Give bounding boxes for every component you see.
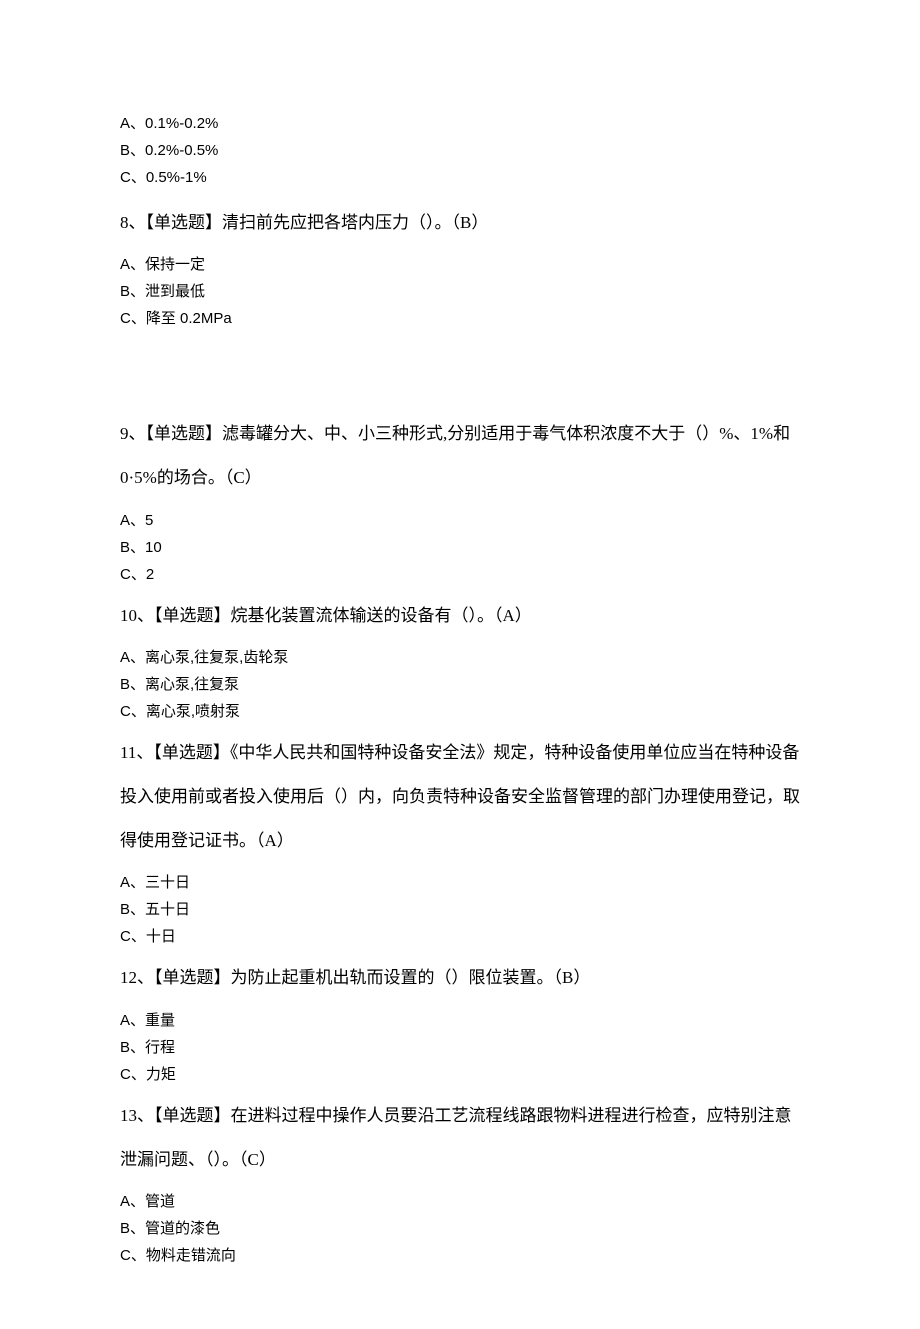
document-page: A、0.1%-0.2% B、0.2%-0.5% C、0.5%-1% 8、【单选题… — [0, 0, 920, 1329]
option-a: A、5 — [120, 507, 800, 534]
option-b: B、离心泵,往复泵 — [120, 671, 800, 698]
question-9: 9、【单选题】滤毒罐分大、中、小三种形式,分别适用于毒气体积浓度不大于（）%、1… — [120, 412, 800, 500]
option-c: C、离心泵,喷射泵 — [120, 698, 800, 725]
option-c: C、物料走错流向 — [120, 1242, 800, 1269]
option-c: C、降至 0.2MPa — [120, 305, 800, 332]
option-a: A、0.1%-0.2% — [120, 110, 800, 137]
option-a: A、保持一定 — [120, 251, 800, 278]
option-a: A、管道 — [120, 1188, 800, 1215]
question-12: 12、【单选题】为防止起重机出轨而设置的（）限位装置。（B） — [120, 956, 800, 1000]
option-b: B、行程 — [120, 1034, 800, 1061]
option-c: C、十日 — [120, 923, 800, 950]
option-c: C、2 — [120, 561, 800, 588]
question-13: 13、【单选题】在进料过程中操作人员要沿工艺流程线路跟物料进程进行检查，应特别注… — [120, 1094, 800, 1182]
spacer — [120, 332, 800, 402]
option-b: B、泄到最低 — [120, 278, 800, 305]
option-b: B、10 — [120, 534, 800, 561]
option-b: B、五十日 — [120, 896, 800, 923]
option-a: A、离心泵,往复泵,齿轮泵 — [120, 644, 800, 671]
option-c: C、0.5%-1% — [120, 164, 800, 191]
question-10: 10、【单选题】烷基化装置流体输送的设备有（）。（A） — [120, 594, 800, 638]
question-11: 11、【单选题】《中华人民共和国特种设备安全法》规定，特种设备使用单位应当在特种… — [120, 731, 800, 864]
option-b: B、管道的漆色 — [120, 1215, 800, 1242]
question-8: 8、【单选题】清扫前先应把各塔内压力（）。（B） — [120, 201, 800, 245]
option-b: B、0.2%-0.5% — [120, 137, 800, 164]
option-a: A、三十日 — [120, 869, 800, 896]
option-a: A、重量 — [120, 1007, 800, 1034]
option-c: C、力矩 — [120, 1061, 800, 1088]
